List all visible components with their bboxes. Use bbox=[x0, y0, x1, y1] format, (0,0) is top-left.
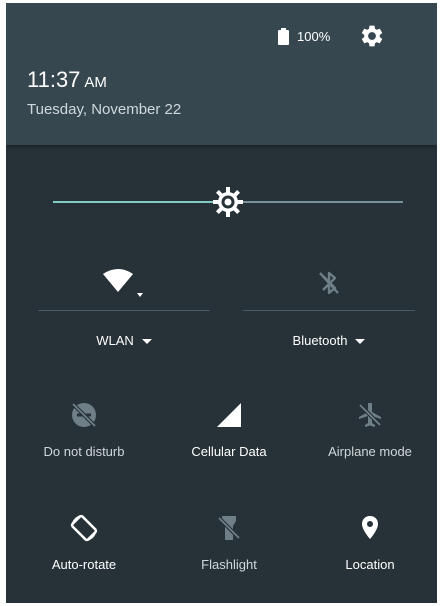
quick-settings-header: 100% 11:37 AM Tuesday, November 22 bbox=[6, 3, 437, 145]
flashlight-tile[interactable]: Flashlight bbox=[169, 511, 289, 581]
do-not-disturb-label: Do not disturb bbox=[43, 444, 125, 459]
airplane-mode-tile[interactable]: Airplane mode bbox=[310, 398, 430, 468]
brightness-thumb-icon[interactable] bbox=[210, 184, 246, 220]
brightness-track-fill[interactable] bbox=[53, 201, 228, 203]
clock-ampm: AM bbox=[84, 74, 107, 91]
date-text[interactable]: Tuesday, November 22 bbox=[27, 101, 181, 118]
bluetooth-disabled-icon bbox=[319, 271, 339, 295]
battery-percentage: 100% bbox=[297, 29, 331, 44]
clock: 11:37 AM bbox=[27, 67, 107, 93]
cellular-signal-icon bbox=[217, 403, 241, 427]
bluetooth-dropdown[interactable]: Bluetooth bbox=[243, 333, 415, 348]
location-pin-icon bbox=[362, 516, 378, 539]
settings-gear-icon[interactable] bbox=[359, 23, 385, 49]
battery-full-icon bbox=[278, 28, 289, 45]
bluetooth-caret-icon bbox=[355, 339, 366, 345]
wlan-caret-icon bbox=[141, 339, 152, 345]
cellular-data-tile[interactable]: Cellular Data bbox=[169, 398, 289, 468]
bluetooth-label: Bluetooth bbox=[292, 333, 348, 348]
wlan-tile[interactable]: WLAN bbox=[38, 258, 210, 353]
brightness-slider[interactable] bbox=[53, 184, 403, 220]
flashlight-label: Flashlight bbox=[201, 557, 257, 572]
clock-time: 11:37 bbox=[27, 67, 81, 92]
wlan-label: WLAN bbox=[96, 333, 134, 348]
do-not-disturb-off-icon bbox=[71, 402, 97, 428]
flashlight-off-icon bbox=[217, 516, 241, 540]
cellular-data-label: Cellular Data bbox=[191, 444, 267, 459]
do-not-disturb-tile[interactable]: Do not disturb bbox=[24, 398, 144, 468]
wlan-divider bbox=[38, 310, 210, 311]
bluetooth-divider bbox=[243, 310, 415, 311]
wifi-icon bbox=[103, 269, 143, 297]
auto-rotate-label: Auto-rotate bbox=[51, 557, 117, 572]
quick-settings-panel: 100% 11:37 AM Tuesday, November 22 WLAN … bbox=[6, 3, 437, 603]
auto-rotate-icon bbox=[70, 514, 98, 542]
auto-rotate-tile[interactable]: Auto-rotate bbox=[24, 511, 144, 581]
location-label: Location bbox=[345, 557, 395, 572]
airplane-mode-label: Airplane mode bbox=[328, 444, 412, 459]
location-tile[interactable]: Location bbox=[310, 511, 430, 581]
airplane-off-icon bbox=[358, 403, 382, 427]
wlan-dropdown[interactable]: WLAN bbox=[38, 333, 210, 348]
bluetooth-tile[interactable]: Bluetooth bbox=[243, 258, 415, 353]
